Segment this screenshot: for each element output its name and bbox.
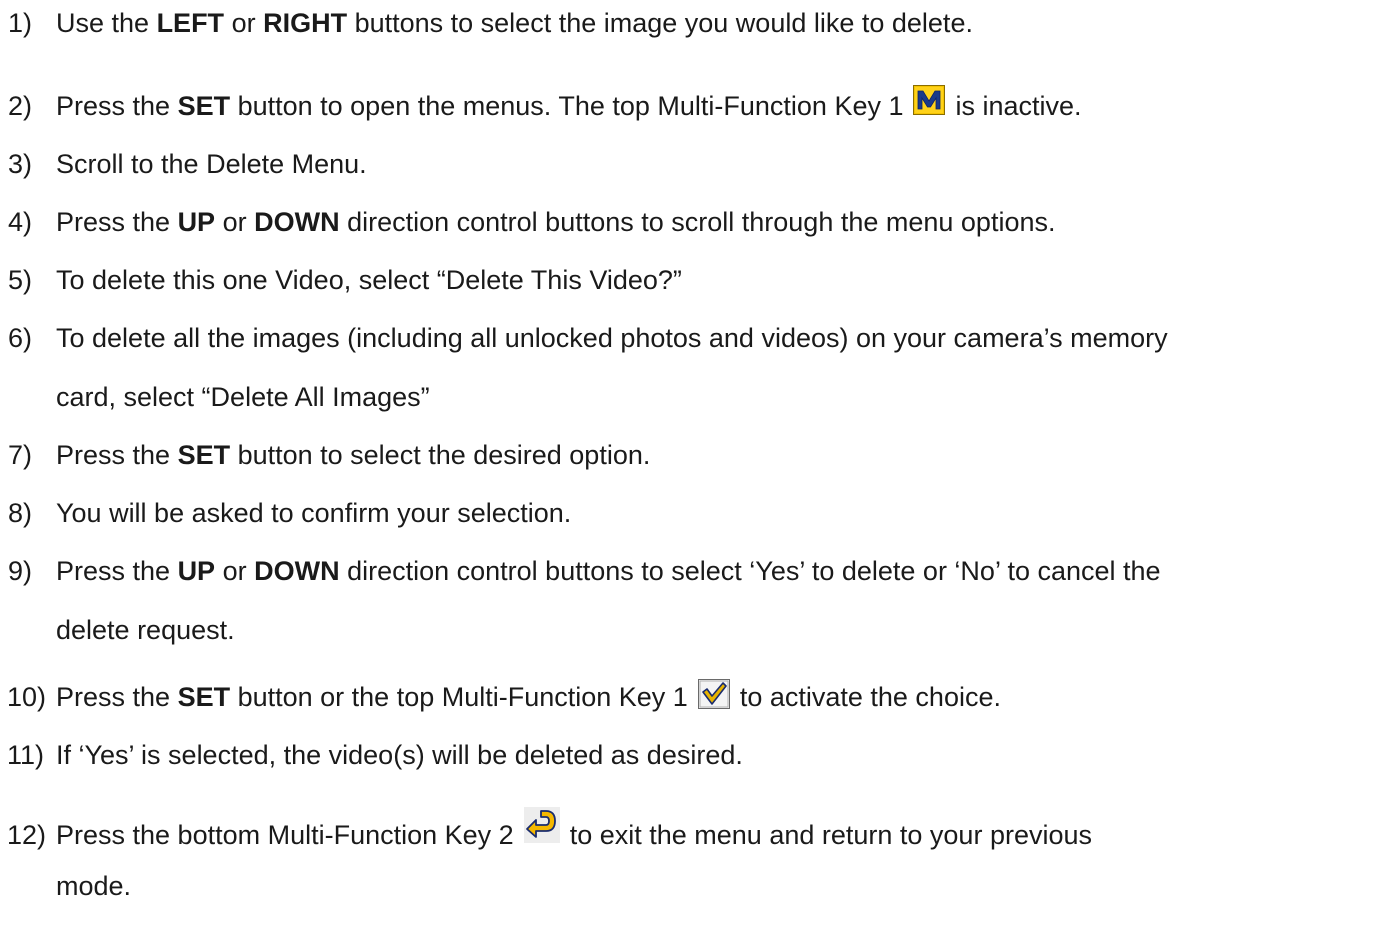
step-text-line-1: Press the UP or DOWN direction control b… <box>56 556 1161 586</box>
step-text-line-2: card, select “Delete All Images” <box>56 382 430 412</box>
step-text: If ‘Yes’ is selected, the video(s) will … <box>56 740 743 770</box>
step-number: 11) <box>7 740 45 770</box>
step-text-line-1: To delete all the images (including all … <box>56 323 1168 353</box>
return-arrow-icon <box>523 806 560 843</box>
step-text-line-2: mode. <box>56 871 132 901</box>
step-text: Use the LEFT or RIGHT buttons to select … <box>56 8 973 38</box>
checkmark-icon <box>697 678 730 709</box>
step-number: 10) <box>7 682 47 712</box>
step-text: Press the SET button to select the desir… <box>56 440 651 470</box>
step-number: 3) <box>8 149 33 179</box>
step-number: 1) <box>8 8 33 38</box>
step-number: 8) <box>8 498 33 528</box>
step-text: Scroll to the Delete Menu. <box>56 149 367 179</box>
step-number: 4) <box>8 207 33 237</box>
menu-m-icon <box>913 84 946 115</box>
step-text: You will be asked to confirm your select… <box>56 498 572 528</box>
step-number: 6) <box>8 323 33 353</box>
step-text: Press the UP or DOWN direction control b… <box>56 207 1056 237</box>
step-number: 5) <box>8 265 33 295</box>
step-text-line-1: Press the bottom Multi-Function Key 2 to … <box>56 806 1092 855</box>
step-number: 9) <box>8 556 33 586</box>
step-text: Press the SET button to open the menus. … <box>56 84 1082 125</box>
step-text: To delete this one Video, select “Delete… <box>56 265 682 295</box>
step-number: 7) <box>8 440 33 470</box>
step-text: Press the SET button or the top Multi-Fu… <box>56 678 1001 716</box>
step-number: 12) <box>7 820 47 850</box>
step-number: 2) <box>8 91 33 121</box>
step-text-line-2: delete request. <box>56 615 235 645</box>
